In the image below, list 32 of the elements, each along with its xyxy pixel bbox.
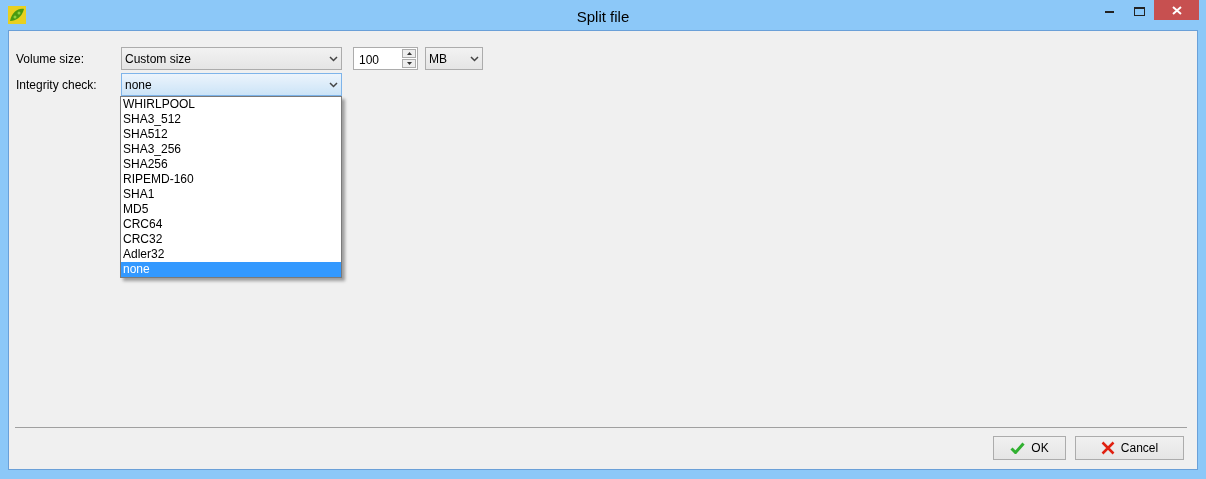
- cancel-button[interactable]: Cancel: [1075, 436, 1184, 460]
- pea-pod-icon: [8, 6, 26, 24]
- integrity-check-dropdown[interactable]: none: [121, 73, 342, 96]
- dropdown-option[interactable]: CRC32: [121, 232, 341, 247]
- down-arrow-icon[interactable]: [406, 62, 412, 65]
- dropdown-option[interactable]: CRC64: [121, 217, 341, 232]
- field-label: Integrity check:: [16, 76, 98, 94]
- dropdown-option[interactable]: SHA256: [121, 157, 341, 172]
- maximize-icon: [1133, 6, 1145, 16]
- dropdown-option[interactable]: SHA3_512: [121, 112, 341, 127]
- checkmark-icon: [1010, 442, 1026, 454]
- size-spinbox[interactable]: 100: [353, 47, 418, 70]
- chevron-icon: [329, 81, 338, 88]
- dropdown-option[interactable]: Adler32: [121, 247, 341, 262]
- volume-size-dropdown[interactable]: Custom size: [121, 47, 342, 70]
- close-button[interactable]: [1154, 0, 1199, 20]
- dropdown-option[interactable]: SHA512: [121, 127, 341, 142]
- dropdown-option[interactable]: WHIRLPOOL: [121, 97, 341, 112]
- cross-icon: [1100, 441, 1115, 455]
- unit-dropdown[interactable]: MB: [425, 47, 483, 70]
- chevron-icon: [329, 55, 338, 62]
- field-label: Volume size:: [16, 50, 86, 68]
- close-icon: [1171, 5, 1182, 15]
- chevron-icon: [470, 55, 479, 62]
- dropdown-option[interactable]: SHA3_256: [121, 142, 341, 157]
- ok-button[interactable]: OK: [993, 436, 1066, 460]
- minimize-icon: [1104, 9, 1114, 13]
- dropdown-option[interactable]: RIPEMD-160: [121, 172, 341, 187]
- dropdown-option[interactable]: MD5: [121, 202, 341, 217]
- window-title: Split file: [576, 7, 630, 27]
- dropdown-option[interactable]: SHA1: [121, 187, 341, 202]
- up-arrow-icon[interactable]: [406, 52, 412, 55]
